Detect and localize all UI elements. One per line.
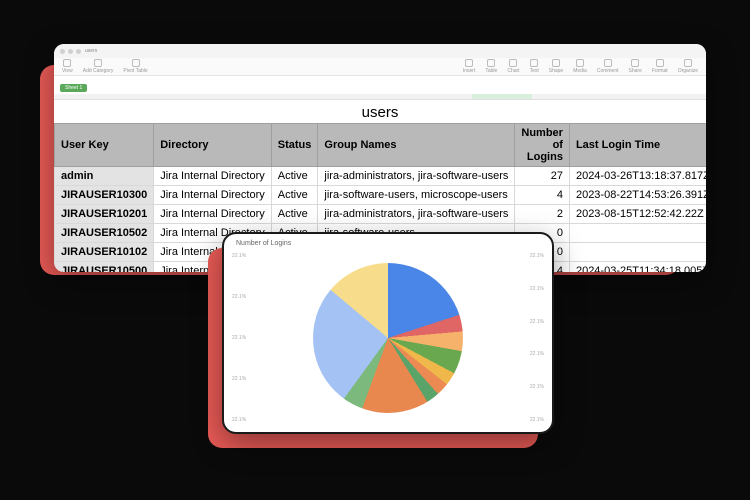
sheet-tab[interactable]: Sheet 1 (60, 84, 87, 92)
cell[interactable]: 2023-08-15T12:52:42.22Z (569, 205, 706, 224)
cell[interactable]: 2023-08-22T14:53:26.391Z (569, 186, 706, 205)
cell[interactable] (569, 224, 706, 243)
cell[interactable]: jira-administrators, jira-software-users (318, 205, 515, 224)
cell[interactable]: JIRAUSER10201 (55, 205, 154, 224)
cell[interactable]: Active (271, 186, 318, 205)
chart-title: Number of Logins (224, 234, 552, 247)
window-controls[interactable] (60, 49, 81, 54)
toolbar-organize[interactable]: Organize (678, 59, 698, 74)
toolbar-table[interactable]: Table (485, 59, 497, 74)
cell[interactable]: 2024-03-26T13:18:37.817Z (569, 167, 706, 186)
window-titlebar: users (54, 44, 706, 58)
cell[interactable]: Jira Internal Directory (154, 167, 272, 186)
toolbar: View Add Category Pivot Table Insert Table C… (54, 58, 706, 76)
column-header[interactable]: Directory (154, 124, 272, 167)
chart-window: Number of Logins 22.1%22.1%22.1%22.1%22.… (222, 232, 554, 434)
page-title: users (54, 100, 706, 123)
cell[interactable]: 2024-03-25T11:34:18.005Z (569, 262, 706, 273)
ruler-selection (472, 94, 532, 99)
cell[interactable]: JIRAUSER10502 (55, 224, 154, 243)
chart-legend-left: 22.1%22.1%22.1%22.1%22.1% (232, 253, 246, 423)
toolbar-insert[interactable]: Insert (463, 59, 476, 74)
cell[interactable]: JIRAUSER10500 (55, 262, 154, 273)
window-title: users (85, 48, 97, 54)
cell[interactable]: Active (271, 167, 318, 186)
toolbar-add-category[interactable]: Add Category (83, 59, 114, 74)
toolbar-chart[interactable]: Chart (507, 59, 519, 74)
toolbar-view[interactable]: View (62, 59, 73, 74)
cell[interactable]: Jira Internal Directory (154, 186, 272, 205)
column-header[interactable]: Last Login Time (569, 124, 706, 167)
cell[interactable]: JIRAUSER10300 (55, 186, 154, 205)
toolbar-text[interactable]: Text (530, 59, 539, 74)
toolbar-shape[interactable]: Shape (549, 59, 563, 74)
toolbar-pivot-table[interactable]: Pivot Table (123, 59, 147, 74)
cell[interactable]: Active (271, 205, 318, 224)
table-row[interactable]: JIRAUSER10201Jira Internal DirectoryActi… (55, 205, 707, 224)
column-header[interactable]: Number of Logins (515, 124, 570, 167)
toolbar-format[interactable]: Format (652, 59, 668, 74)
chart-legend-right: 22.1%22.1%22.1%22.1%22.1%22.1% (530, 253, 544, 423)
toolbar-media[interactable]: Media (573, 59, 587, 74)
column-header[interactable]: Group Names (318, 124, 515, 167)
cell[interactable]: 27 (515, 167, 570, 186)
cell[interactable]: jira-administrators, jira-software-users (318, 167, 515, 186)
column-header[interactable]: Status (271, 124, 318, 167)
table-row[interactable]: JIRAUSER10300Jira Internal DirectoryActi… (55, 186, 707, 205)
cell[interactable]: jira-software-users, microscope-users (318, 186, 515, 205)
toolbar-comment[interactable]: Comment (597, 59, 619, 74)
toolbar-share[interactable]: Share (629, 59, 642, 74)
cell[interactable]: Jira Internal Directory (154, 205, 272, 224)
pie-chart[interactable] (313, 263, 463, 413)
cell[interactable]: admin (55, 167, 154, 186)
table-row[interactable]: adminJira Internal DirectoryActivejira-a… (55, 167, 707, 186)
column-ruler[interactable] (54, 94, 706, 100)
cell[interactable]: 2 (515, 205, 570, 224)
cell[interactable] (569, 243, 706, 262)
column-header[interactable]: User Key (55, 124, 154, 167)
cell[interactable]: 4 (515, 186, 570, 205)
cell[interactable]: JIRAUSER10102 (55, 243, 154, 262)
